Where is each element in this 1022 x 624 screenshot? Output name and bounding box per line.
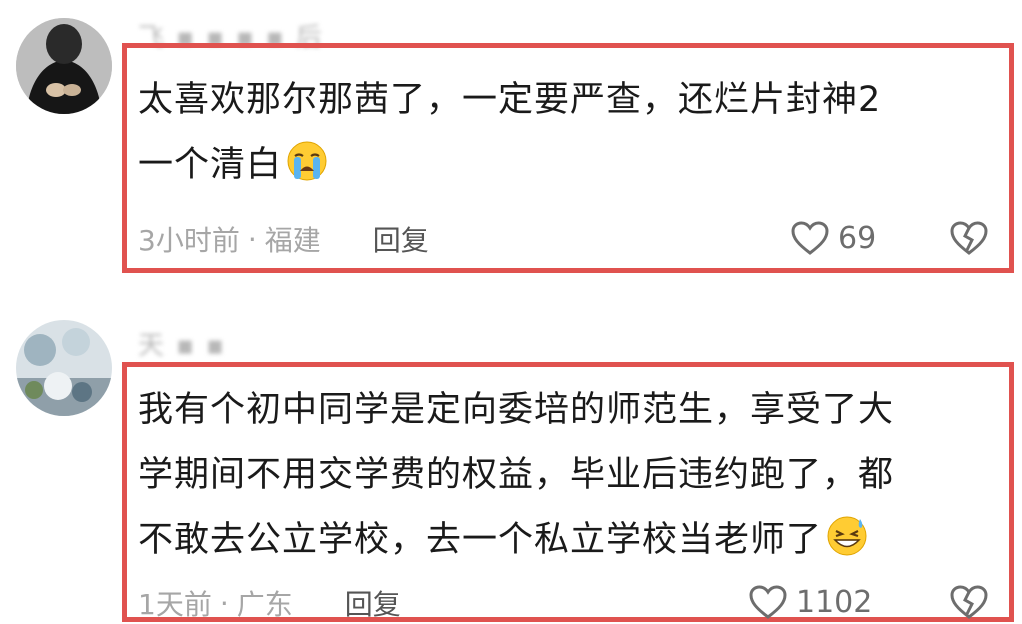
broken-heart-icon — [950, 585, 988, 619]
meta-separator: · — [219, 586, 229, 620]
grinning-sweat-face-icon — [827, 516, 867, 556]
broken-heart-icon — [950, 221, 988, 255]
comment-line: 学期间不用交学费的权益，毕业后违约跑了，都 — [138, 455, 895, 495]
comment-line: 太喜欢那尔那茜了，一定要严查，还烂片封神2 — [138, 80, 882, 120]
avatar[interactable] — [16, 320, 112, 416]
like-button[interactable]: 69 — [790, 220, 876, 256]
heart-icon — [791, 221, 829, 255]
comment-time: 3小时前 — [138, 224, 240, 257]
crying-face-icon — [287, 141, 327, 181]
comment-location: 广东 — [236, 588, 293, 621]
comment-location: 福建 — [264, 224, 321, 257]
reply-button[interactable]: 回复 — [373, 219, 429, 259]
like-count: 69 — [838, 220, 877, 256]
like-count: 1102 — [796, 584, 873, 620]
meta-separator: · — [247, 222, 257, 256]
heart-icon — [749, 585, 787, 619]
comment-line: 不敢去公立学校，去一个私立学校当老师了 — [138, 508, 894, 573]
reply-button[interactable]: 回复 — [345, 583, 401, 623]
comment-meta: 1天前 · 广东 回复 — [138, 583, 401, 623]
comment-text: 我有个初中同学是定向委培的师范生，享受了大 学期间不用交学费的权益，毕业后违约跑… — [138, 378, 894, 573]
avatar[interactable] — [16, 18, 112, 114]
comment-line: 一个清白 — [138, 133, 881, 198]
username[interactable]: 天 ▪ ▪ — [138, 330, 226, 361]
comment-item: 飞 ▪ ▪ ▪ ▪ 后 太喜欢那尔那茜了，一定要严查，还烂片封神2 一个清白 3… — [0, 0, 1022, 290]
dislike-button[interactable] — [948, 220, 990, 260]
comment-item: 天 ▪ ▪ 我有个初中同学是定向委培的师范生，享受了大 学期间不用交学费的权益，… — [0, 300, 1022, 622]
like-button[interactable]: 1102 — [748, 584, 872, 620]
comment-meta: 3小时前 · 福建 回复 — [138, 219, 429, 259]
comment-time: 1天前 — [138, 588, 212, 621]
dislike-button[interactable] — [948, 584, 990, 624]
comment-line: 我有个初中同学是定向委培的师范生，享受了大 — [138, 390, 895, 430]
comment-text: 太喜欢那尔那茜了，一定要严查，还烂片封神2 一个清白 — [138, 68, 881, 198]
